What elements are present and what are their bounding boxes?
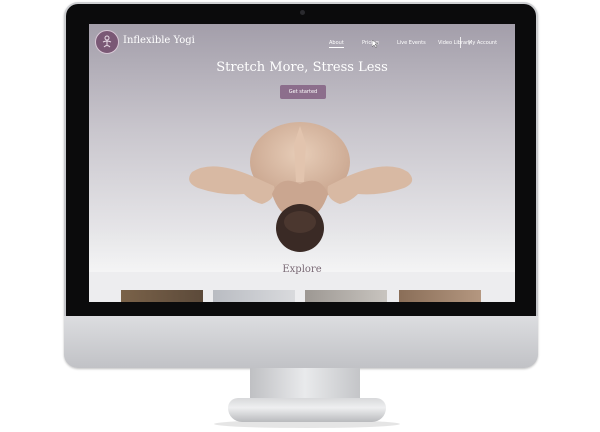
- brand-name[interactable]: Inflexible Yogi: [123, 35, 195, 46]
- get-started-button[interactable]: Get started: [280, 85, 326, 99]
- imac-monitor: Inflexible Yogi About Pricing Live Event…: [64, 2, 538, 368]
- mouse-cursor-icon: [372, 40, 378, 48]
- hero-headline: Stretch More, Stress Less: [216, 60, 388, 75]
- lotus-figure-icon[interactable]: [95, 30, 119, 54]
- nav-video-library[interactable]: Video Library: [438, 40, 471, 46]
- nav-about[interactable]: About: [329, 40, 344, 48]
- nav-live-events[interactable]: Live Events: [397, 40, 426, 46]
- explore-card-4[interactable]: [399, 290, 481, 302]
- top-nav: Inflexible Yogi About Pricing Live Event…: [89, 24, 515, 62]
- website-screen: Inflexible Yogi About Pricing Live Event…: [89, 24, 515, 302]
- explore-card-1[interactable]: [121, 290, 203, 302]
- nav-my-account[interactable]: My Account: [468, 40, 497, 46]
- explore-card-3[interactable]: [305, 290, 387, 302]
- monitor-stand-neck: [250, 368, 360, 402]
- explore-card-2[interactable]: [213, 290, 295, 302]
- yoga-pose-photo: [189, 122, 413, 252]
- explore-heading: Explore: [282, 264, 322, 275]
- monitor-chin: [64, 316, 538, 368]
- monitor-stand-base: [228, 398, 386, 422]
- nav-divider: [460, 37, 461, 48]
- camera-icon: [300, 10, 305, 15]
